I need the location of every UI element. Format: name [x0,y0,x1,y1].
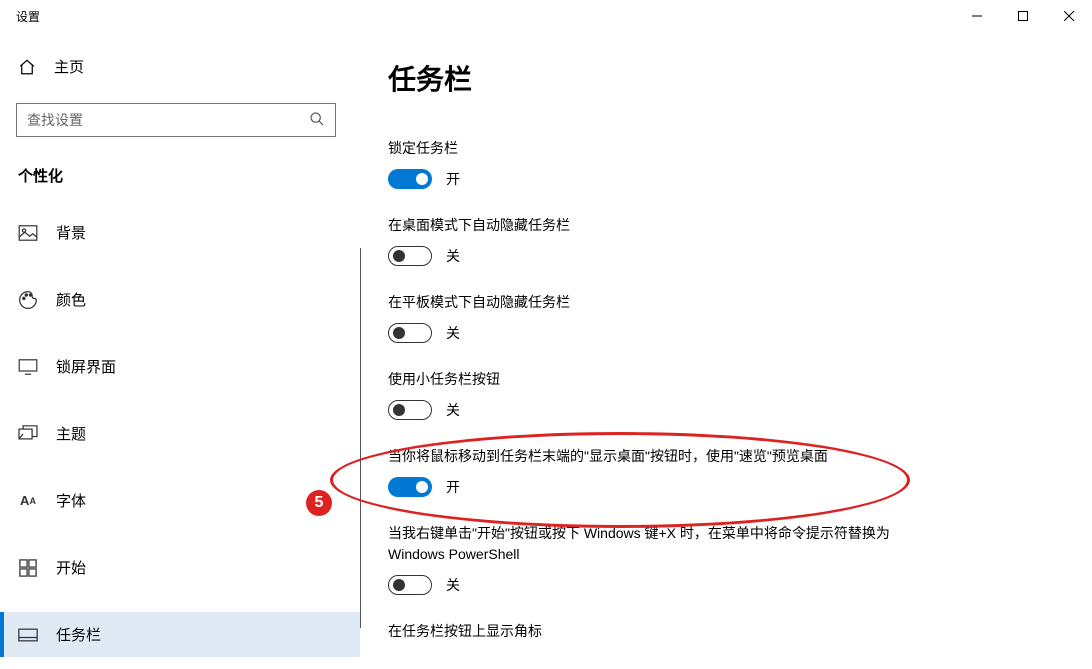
picture-icon [18,225,38,241]
sidebar-item-themes[interactable]: 主题 [0,411,360,456]
setting-autohide-tablet: 在平板模式下自动隐藏任务栏 关 [388,292,928,343]
toggle-state: 关 [446,575,460,595]
home-link[interactable]: 主页 [0,48,360,85]
sidebar-item-label: 锁屏界面 [56,356,116,377]
setting-badges: 在任务栏按钮上显示角标 [388,621,928,642]
search-placeholder: 查找设置 [27,110,83,130]
sidebar: 主页 查找设置 个性化 背景 颜色 锁屏界面 [0,32,360,669]
sidebar-item-label: 开始 [56,557,86,578]
sidebar-item-label: 任务栏 [56,624,101,645]
toggle-small-buttons[interactable] [388,400,432,420]
setting-label: 当你将鼠标移动到任务栏末端的"显示桌面"按钮时，使用"速览"预览桌面 [388,446,928,467]
toggle-state: 开 [446,477,460,497]
toggle-lock-taskbar[interactable] [388,169,432,189]
toggle-autohide-tablet[interactable] [388,323,432,343]
home-label: 主页 [54,56,84,77]
setting-lock-taskbar: 锁定任务栏 开 [388,138,928,189]
toggle-peek-preview[interactable] [388,477,432,497]
sidebar-item-label: 字体 [56,490,86,511]
setting-label: 使用小任务栏按钮 [388,369,928,390]
sidebar-item-label: 背景 [56,222,86,243]
setting-small-buttons: 使用小任务栏按钮 关 [388,369,928,420]
sidebar-item-background[interactable]: 背景 [0,210,360,255]
page-title: 任务栏 [388,58,1052,98]
setting-label: 在任务栏按钮上显示角标 [388,621,928,642]
maximize-button[interactable] [1000,0,1046,32]
section-title: 个性化 [0,165,360,186]
titlebar: 设置 [0,0,1092,32]
sidebar-item-colors[interactable]: 颜色 [0,277,360,322]
toggle-autohide-desktop[interactable] [388,246,432,266]
taskbar-icon [18,628,38,642]
toggle-state: 关 [446,400,460,420]
sidebar-item-fonts[interactable]: AA 字体 [0,478,360,523]
sidebar-item-label: 颜色 [56,289,86,310]
start-icon [18,559,38,577]
content-area: 任务栏 锁定任务栏 开 在桌面模式下自动隐藏任务栏 关 在平板模式下自动隐藏任务… [360,32,1092,669]
themes-icon [18,425,38,443]
search-icon [309,111,325,130]
palette-icon [18,290,38,310]
window-controls [954,0,1092,32]
setting-powershell: 当我右键单击"开始"按钮或按下 Windows 键+X 时，在菜单中将命令提示符… [388,523,928,595]
search-input[interactable]: 查找设置 [16,103,336,137]
minimize-button[interactable] [954,0,1000,32]
home-icon [18,58,36,76]
sidebar-item-label: 主题 [56,423,86,444]
window-title: 设置 [16,8,40,25]
close-button[interactable] [1046,0,1092,32]
setting-peek-preview: 当你将鼠标移动到任务栏末端的"显示桌面"按钮时，使用"速览"预览桌面 开 [388,446,928,497]
toggle-state: 关 [446,246,460,266]
sidebar-item-start[interactable]: 开始 [0,545,360,590]
sidebar-item-lockscreen[interactable]: 锁屏界面 [0,344,360,389]
lockscreen-icon [18,359,38,375]
toggle-state: 开 [446,169,460,189]
setting-label: 在平板模式下自动隐藏任务栏 [388,292,928,313]
fonts-icon: AA [18,493,38,508]
setting-label: 在桌面模式下自动隐藏任务栏 [388,215,928,236]
sidebar-item-taskbar[interactable]: 任务栏 [0,612,360,657]
toggle-powershell[interactable] [388,575,432,595]
setting-label: 锁定任务栏 [388,138,928,159]
setting-autohide-desktop: 在桌面模式下自动隐藏任务栏 关 [388,215,928,266]
toggle-state: 关 [446,323,460,343]
setting-label: 当我右键单击"开始"按钮或按下 Windows 键+X 时，在菜单中将命令提示符… [388,523,928,565]
